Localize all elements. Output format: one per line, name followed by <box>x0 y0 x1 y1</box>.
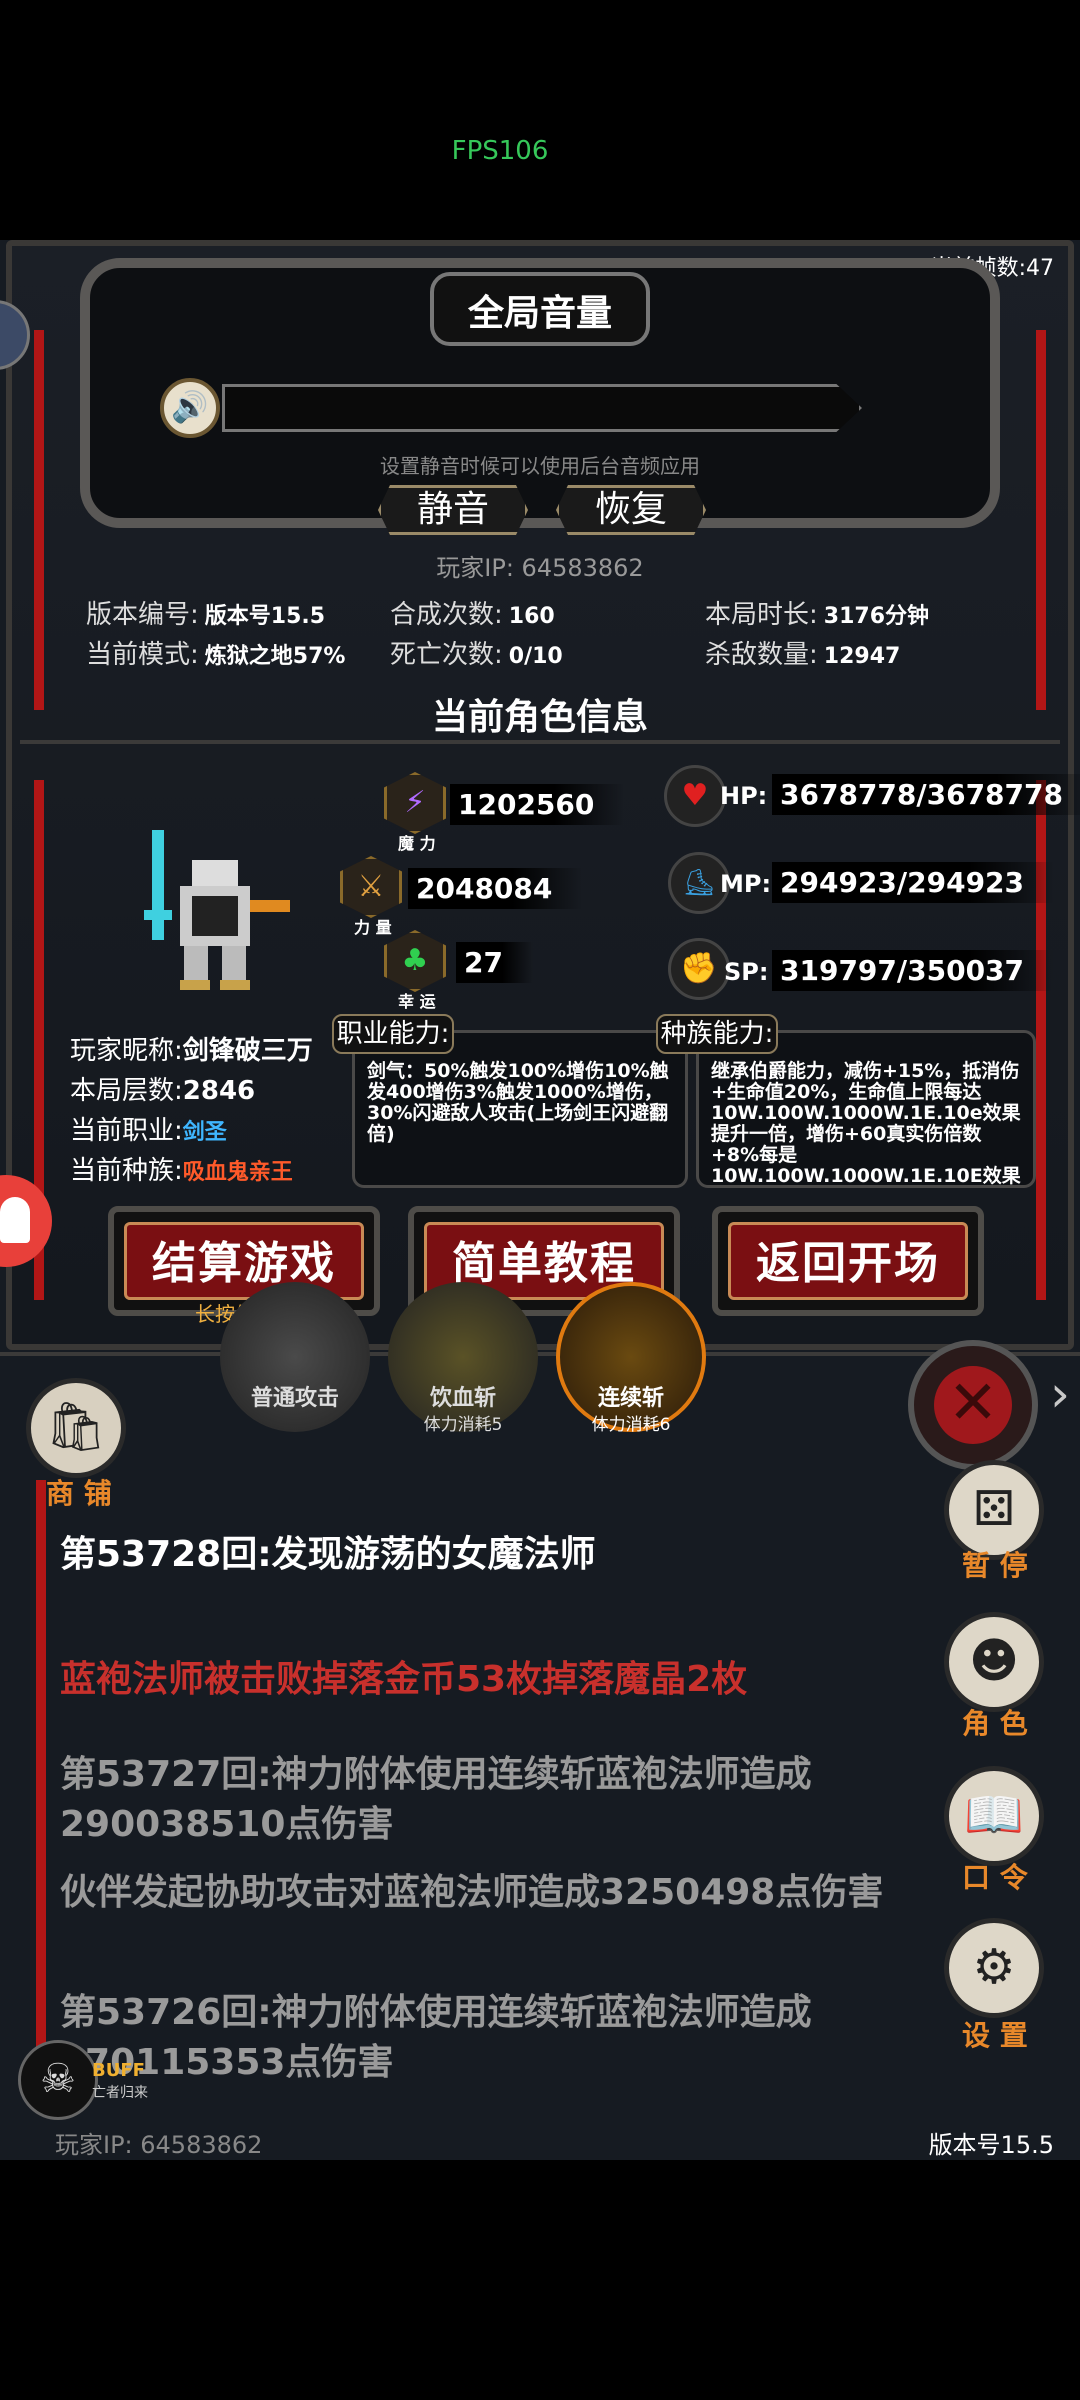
pause-label: 暂 停 <box>962 1549 1028 1582</box>
fps-counter: FPS106 <box>451 136 549 166</box>
stat-label: 死亡次数: <box>390 640 503 670</box>
info-label: 当前种族: <box>70 1156 183 1186</box>
stat-value: 160 <box>508 604 555 629</box>
hero-sprite <box>144 830 290 990</box>
section-title: 当前角色信息 <box>431 697 648 738</box>
log-line-3: 第53727回:神力附体使用连续斩蓝袍法师造成290038510点伤害 <box>60 1754 812 1845</box>
shop-label: 商 铺 <box>46 1477 112 1510</box>
log-line-2: 蓝袍法师被击败掉落金币53枚掉落魔晶2枚 <box>60 1659 748 1700</box>
mp-value: 294923/294923 <box>772 862 1055 903</box>
skill-combo-slash-cost: 体力消耗6 <box>591 1415 671 1435</box>
role-label: 角 色 <box>962 1707 1028 1740</box>
volume-title: 全局音量 <box>467 293 612 334</box>
player-ip: 玩家IP: 64583862 <box>436 554 644 582</box>
luck-caption: 幸 运 <box>398 992 436 1011</box>
close-button[interactable]: ✕ <box>908 1340 1038 1470</box>
race-ability-tag: 种族能力: <box>656 1014 778 1054</box>
log-line-1: 第53728回:发现游荡的女魔法师 <box>60 1534 596 1575</box>
buff-label: BUFF <box>92 2060 145 2081</box>
settle-game-label: 结算游戏 <box>124 1222 364 1300</box>
skill-combo-slash-label: 连续斩 <box>597 1386 664 1411</box>
stat-label: 当前模式: <box>86 640 199 670</box>
stat-value: 0/10 <box>508 644 563 669</box>
info-label: 玩家昵称: <box>70 1036 183 1066</box>
skill-blood-slash-label: 饮血斩 <box>429 1386 496 1411</box>
bottom-player-ip: 玩家IP: 64583862 <box>55 2131 263 2159</box>
bottom-version: 版本号15.5 <box>928 2131 1054 2159</box>
stat-label: 本局时长: <box>705 600 818 630</box>
stat-death: 死亡次数: 0/10 <box>390 634 563 671</box>
stat-time: 本局时长: 3176分钟 <box>705 594 929 631</box>
chevron-right-icon[interactable]: › <box>1050 1365 1070 1423</box>
stat-value: 3176分钟 <box>823 604 929 629</box>
info-label: 当前职业: <box>70 1116 183 1146</box>
stat-label: 杀敌数量: <box>705 640 818 670</box>
floor-count: 本局层数:2846 <box>70 1070 255 1107</box>
command-label: 口 令 <box>962 1861 1028 1894</box>
luck-value: 27 <box>456 942 533 983</box>
stat-mode: 当前模式: 炼狱之地57% <box>86 634 345 671</box>
stat-synth: 合成次数: 160 <box>390 594 555 631</box>
magic-value: 1202560 <box>450 784 625 825</box>
frame-red-bar-right-2 <box>1036 780 1046 1300</box>
power-caption: 力 量 <box>354 918 392 937</box>
stat-version: 版本编号: 版本号15.5 <box>86 594 325 631</box>
sp-label: SP: <box>724 958 769 986</box>
stat-label: 版本编号: <box>86 600 199 630</box>
close-icon: ✕ <box>934 1366 1012 1444</box>
role-icon[interactable]: ☻ <box>944 1612 1044 1712</box>
power-value: 2048084 <box>408 868 583 909</box>
stat-label: 合成次数: <box>390 600 503 630</box>
settings-label: 设 置 <box>962 2019 1028 2052</box>
restore-button[interactable]: 恢复 <box>556 485 706 535</box>
mp-label: MP: <box>720 870 772 898</box>
skill-normal-attack-label: 普通攻击 <box>250 1386 339 1411</box>
frame-red-bar-left <box>34 330 44 710</box>
hp-label: HP: <box>720 782 768 810</box>
log-red-bar-left <box>36 1480 46 2100</box>
frame-red-bar-right <box>1036 330 1046 710</box>
back-to-start-button[interactable]: 返回开场 <box>712 1206 984 1316</box>
log-line-5: 第53726回:神力附体使用连续斩蓝袍法师造成170115353点伤害 <box>60 1992 812 2083</box>
log-line-4: 伙伴发起协助攻击对蓝袍法师造成3250498点伤害 <box>60 1872 884 1913</box>
magic-caption: 魔 力 <box>398 834 436 853</box>
lower-divider <box>0 1352 1080 1356</box>
volume-slider[interactable] <box>222 384 862 432</box>
gear-icon[interactable]: ⚙ <box>944 1918 1044 2018</box>
command-book-icon[interactable]: 📖 <box>944 1766 1044 1866</box>
job-ability-tag: 职业能力: <box>332 1014 454 1054</box>
sp-value: 319797/350037 <box>772 950 1055 991</box>
section-divider <box>20 740 1060 744</box>
volume-hint: 设置静音时候可以使用后台音频应用 <box>380 454 700 478</box>
info-label: 本局层数: <box>70 1076 183 1106</box>
speaker-icon[interactable]: 🔊 <box>160 378 220 438</box>
current-race: 当前种族:吸血鬼亲王 <box>70 1150 293 1187</box>
current-class: 当前职业:剑圣 <box>70 1110 227 1147</box>
back-to-start-label: 返回开场 <box>728 1222 968 1300</box>
class-value: 剑圣 <box>182 1120 227 1145</box>
skill-blood-slash-cost: 体力消耗5 <box>423 1415 503 1435</box>
mute-button[interactable]: 静音 <box>378 485 528 535</box>
player-nickname: 玩家昵称:剑锋破三万 <box>70 1030 313 1067</box>
stat-kill: 杀敌数量: 12947 <box>705 634 900 671</box>
stat-value: 版本号15.5 <box>204 604 326 629</box>
stat-value: 炼狱之地57% <box>204 644 346 669</box>
shop-icon[interactable]: 🛍 <box>26 1378 126 1478</box>
race-value: 吸血鬼亲王 <box>182 1160 293 1185</box>
info-value: 剑锋破三万 <box>182 1036 313 1066</box>
hp-value: 3678778/3678778 <box>772 774 1080 815</box>
heart-icon: ♥ <box>664 765 726 827</box>
info-value: 2846 <box>182 1076 256 1106</box>
stat-value: 12947 <box>823 644 901 669</box>
skull-icon[interactable]: ☠ <box>18 2040 98 2120</box>
sp-muscle-icon: ✊ <box>668 938 730 1000</box>
buff-sublabel: 亡者归来 <box>92 2085 148 2101</box>
